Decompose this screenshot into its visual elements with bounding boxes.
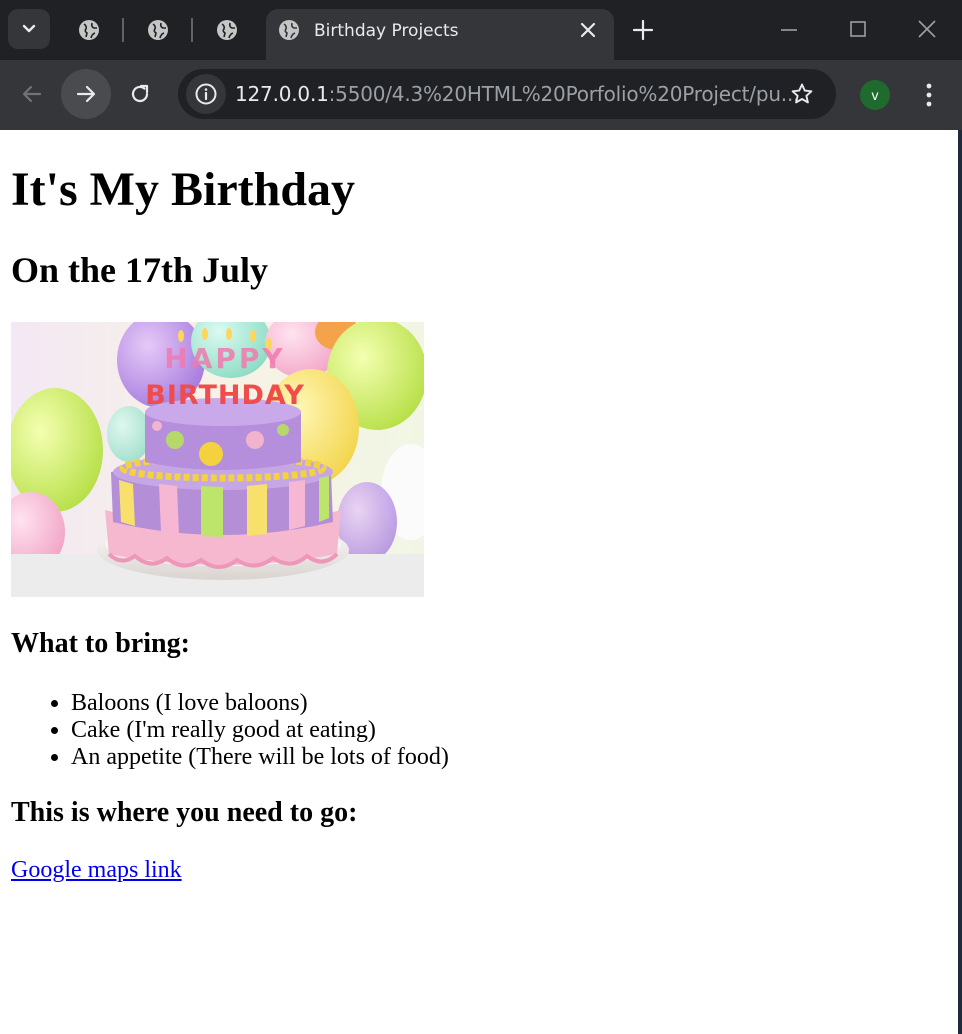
list-item: Baloons (I love baloons) — [71, 690, 449, 717]
reload-button[interactable] — [115, 69, 165, 119]
globe-icon — [279, 20, 299, 40]
globe-icon — [79, 20, 99, 40]
page-subtitle: On the 17th July — [11, 250, 269, 290]
cake-candles-birthday: BIRTHDAY — [145, 380, 305, 411]
globe-icon — [148, 20, 168, 40]
tab-strip: Birthday Projects — [0, 0, 962, 60]
bring-list: Baloons (I love baloons) Cake (I'm reall… — [11, 690, 449, 771]
tab-separator — [122, 18, 124, 42]
pinned-tab-3[interactable] — [214, 17, 240, 43]
arrow-right-icon — [76, 85, 96, 103]
tab-search-button[interactable] — [8, 9, 50, 49]
site-info-button[interactable] — [186, 74, 226, 114]
page-title: It's My Birthday — [11, 163, 356, 216]
maximize-icon[interactable] — [847, 18, 869, 40]
more-vert-icon[interactable] — [918, 82, 940, 108]
pinned-tab-2[interactable] — [145, 17, 171, 43]
cake-picture: HAPPY BIRTHDAY — [11, 322, 424, 597]
close-icon[interactable] — [578, 20, 598, 40]
back-button[interactable] — [7, 69, 57, 119]
minimize-icon[interactable] — [778, 18, 800, 40]
birthday-cake-image: HAPPY BIRTHDAY — [11, 322, 424, 597]
reload-icon — [131, 84, 149, 103]
globe-icon — [217, 20, 237, 40]
profile-avatar[interactable]: v — [860, 80, 890, 110]
new-tab-icon[interactable] — [632, 19, 654, 41]
address-bar[interactable]: 127.0.0.1:5500/4.3%20HTML%20Porfolio%20P… — [178, 69, 836, 119]
location-heading: This is where you need to go: — [11, 797, 358, 828]
google-maps-link[interactable]: Google maps link — [11, 857, 182, 884]
list-item: An appetite (There will be lots of food) — [71, 744, 449, 771]
pinned-tab-1[interactable] — [76, 17, 102, 43]
tab-separator — [191, 18, 193, 42]
forward-button[interactable] — [61, 69, 111, 119]
window-close-icon[interactable] — [916, 18, 938, 40]
arrow-left-icon — [22, 85, 42, 103]
bring-heading: What to bring: — [11, 628, 190, 659]
tab-title: Birthday Projects — [314, 21, 459, 41]
url-path: :5500/4.3%20HTML%20Porfolio%20Project/pu… — [328, 82, 800, 106]
url-text[interactable]: 127.0.0.1:5500/4.3%20HTML%20Porfolio%20P… — [235, 82, 799, 106]
info-icon — [195, 83, 217, 105]
chevron-down-icon — [22, 24, 36, 33]
browser-toolbar: 127.0.0.1:5500/4.3%20HTML%20Porfolio%20P… — [0, 60, 962, 130]
active-tab[interactable]: Birthday Projects — [266, 9, 614, 60]
url-host: 127.0.0.1 — [235, 82, 329, 106]
bookmark-star-icon[interactable] — [790, 82, 814, 106]
window-edge — [958, 130, 962, 1034]
list-item: Cake (I'm really good at eating) — [71, 717, 449, 744]
